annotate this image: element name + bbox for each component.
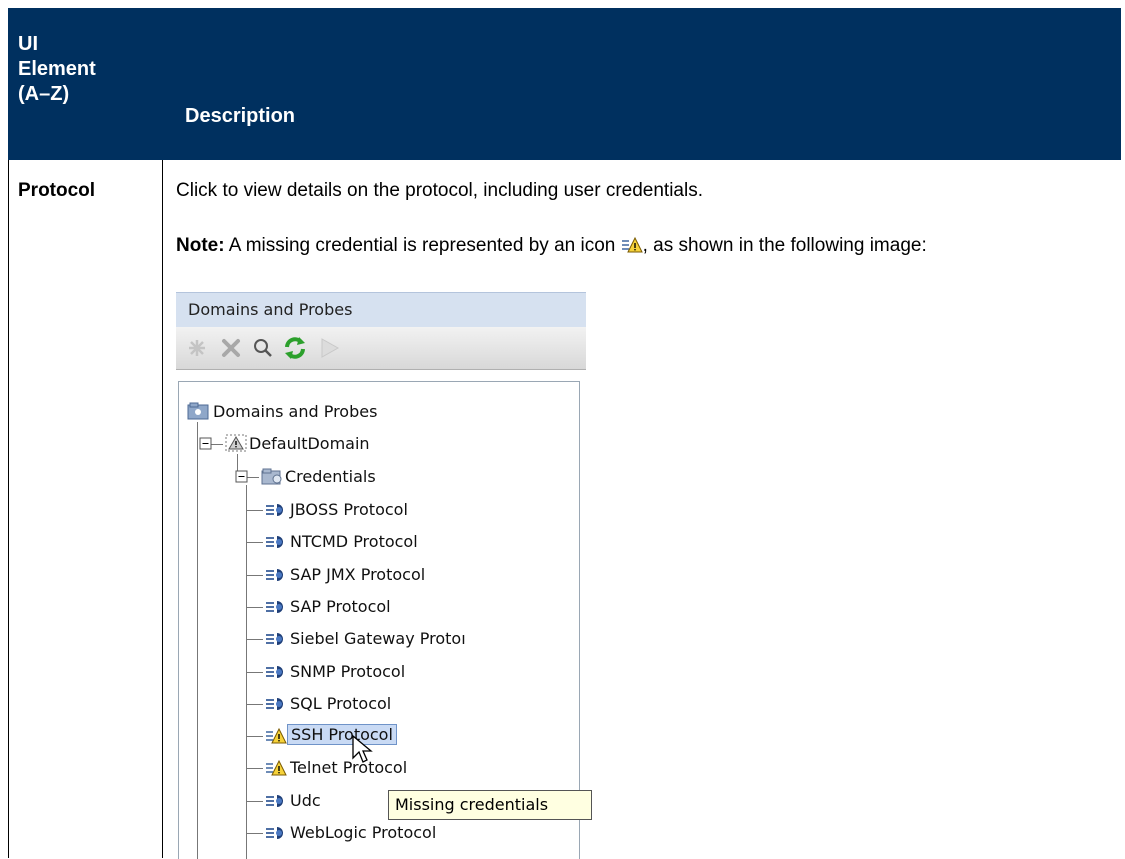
- domain-warning-icon: [225, 434, 247, 452]
- missing-credential-icon: [266, 727, 287, 744]
- tree-connector: [247, 736, 263, 738]
- tree-item-protocol[interactable]: Udc: [290, 791, 321, 810]
- tree-connector: [247, 510, 263, 511]
- note-label: Note:: [176, 235, 225, 256]
- protocol-icon: [266, 697, 283, 710]
- tree-connector: [247, 833, 263, 834]
- row-description: Click to view details on the protocol, i…: [176, 180, 703, 201]
- panel-title: Domains and Probes: [188, 300, 353, 319]
- protocol-icon: [266, 536, 283, 549]
- tree-item-protocol[interactable]: JBOSS Protocol: [290, 500, 408, 519]
- tree-connector: [247, 671, 263, 673]
- missing-credentials-tooltip: Missing credentials: [388, 790, 592, 820]
- protocol-icon: [266, 633, 283, 646]
- table-header: UI Element (A–Z) Description: [8, 8, 1121, 160]
- protocol-icon: [266, 794, 283, 807]
- collapse-icon[interactable]: [233, 468, 251, 486]
- missing-credential-icon: [621, 236, 643, 253]
- note-text-after: , as shown in the following image:: [642, 235, 927, 256]
- protocol-icon: [266, 600, 283, 613]
- tree-item-protocol[interactable]: SAP JMX Protocol: [290, 565, 425, 584]
- row-ui-element-name: Protocol: [18, 180, 96, 201]
- tree-line: [197, 422, 198, 859]
- tree-connector: [247, 606, 263, 608]
- domains-probes-screenshot: Domains and Probes Domains and Probes De…: [176, 292, 592, 859]
- search-icon[interactable]: [250, 335, 276, 361]
- play-icon[interactable]: [316, 335, 342, 361]
- protocol-icon: [266, 665, 283, 678]
- collapse-icon[interactable]: [197, 435, 215, 453]
- column-divider: [162, 160, 163, 858]
- refresh-icon[interactable]: [282, 335, 308, 361]
- protocol-icon: [266, 568, 283, 581]
- tree-credentials[interactable]: Credentials: [285, 467, 376, 486]
- note-paragraph: Note: A missing credential is represente…: [176, 232, 936, 260]
- tree-item-protocol[interactable]: SQL Protocol: [290, 694, 391, 713]
- tree-connector: [247, 768, 263, 770]
- tree-item-protocol[interactable]: NTCMD Protocol: [290, 532, 418, 551]
- tree-item-protocol[interactable]: Telnet Protocol: [290, 758, 407, 777]
- tree-connector: [247, 542, 263, 544]
- tree-item-protocol[interactable]: SSH Protocol: [287, 724, 397, 746]
- tree-domain[interactable]: DefaultDomain: [249, 434, 370, 453]
- domains-tree: Domains and Probes DefaultDomain Credent…: [178, 381, 580, 859]
- note-text-before: A missing credential is represented by a…: [224, 235, 621, 256]
- mouse-cursor-icon: [352, 734, 373, 763]
- column-header-ui-element: UI Element (A–Z): [18, 33, 96, 105]
- tree-item-protocol[interactable]: WebLogic Protocol: [290, 823, 436, 842]
- panel-title-bar: Domains and Probes: [176, 292, 586, 327]
- credentials-folder-icon: [261, 468, 282, 485]
- toolbar: [176, 327, 586, 370]
- missing-credential-icon: [266, 760, 287, 776]
- tree-root[interactable]: Domains and Probes: [213, 402, 377, 421]
- tree-connector: [247, 574, 263, 576]
- protocol-icon: [266, 827, 283, 839]
- table-border-left: [8, 160, 9, 858]
- tree-connector: [247, 703, 263, 705]
- delete-icon[interactable]: [218, 335, 244, 361]
- tree-connector: [247, 639, 263, 641]
- column-header-description: Description: [185, 105, 296, 127]
- tree-item-protocol[interactable]: SNMP Protocol: [290, 662, 405, 681]
- new-icon[interactable]: [184, 335, 210, 361]
- domains-probes-icon: [187, 402, 209, 420]
- tree-connector: [247, 800, 263, 802]
- tree-item-protocol[interactable]: Siebel Gateway Protoı: [290, 629, 466, 648]
- tree-item-protocol[interactable]: SAP Protocol: [290, 597, 391, 616]
- protocol-icon: [266, 504, 283, 516]
